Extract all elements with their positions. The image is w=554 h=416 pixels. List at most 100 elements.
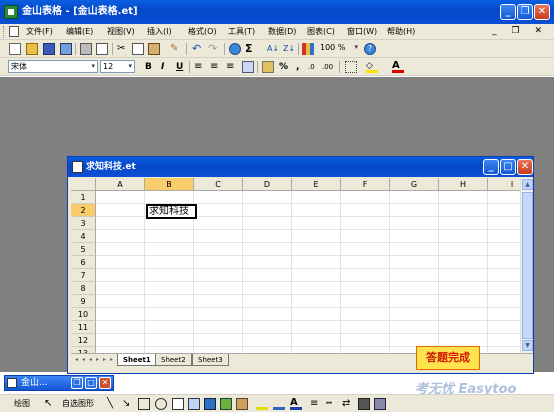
row-header[interactable]: 5 <box>71 243 96 256</box>
menu-insert[interactable]: 插入(I) <box>147 26 172 38</box>
row-header[interactable]: 12 <box>71 334 96 347</box>
row-header[interactable]: 7 <box>71 269 96 282</box>
font-color-icon[interactable]: A <box>290 398 302 410</box>
sort-descending-icon[interactable]: Z↓ <box>283 43 295 55</box>
open-folder-icon[interactable] <box>26 43 38 55</box>
rectangle-icon[interactable] <box>138 398 150 410</box>
align-right-icon[interactable]: ≡ <box>226 61 238 73</box>
clipart-icon[interactable] <box>220 398 232 410</box>
autoshapes-menu[interactable]: 自选图形 <box>62 398 94 410</box>
dash-style-icon[interactable]: ┅ <box>326 398 338 410</box>
column-header-e[interactable]: E <box>292 178 341 191</box>
fill-color-icon[interactable] <box>256 398 268 410</box>
row-header[interactable]: 3 <box>71 217 96 230</box>
row-header[interactable]: 8 <box>71 282 96 295</box>
paste-icon[interactable] <box>148 43 160 55</box>
3d-icon[interactable] <box>374 398 386 410</box>
line-color-icon[interactable] <box>273 398 285 410</box>
arrow-style-icon[interactable]: ⇄ <box>342 398 354 410</box>
font-name-select[interactable]: 宋体 <box>8 60 98 73</box>
menu-window[interactable]: 窗口(W) <box>347 26 377 38</box>
restore-button[interactable]: ❐ <box>517 4 533 20</box>
tab-sheet2[interactable]: Sheet2 <box>155 354 192 366</box>
select-all-corner[interactable] <box>71 178 96 191</box>
menu-chart[interactable]: 图表(C) <box>307 26 335 38</box>
menu-view[interactable]: 视图(V) <box>107 26 135 38</box>
tab-sheet1[interactable]: Sheet1 <box>117 354 157 366</box>
tab-navigation-icons[interactable]: ◂◂◂▸▸▸ <box>75 356 117 363</box>
comma-style-button[interactable]: , <box>296 61 299 73</box>
chart-wizard-icon[interactable] <box>302 43 314 55</box>
menu-file[interactable]: 文件(F) <box>26 26 53 38</box>
save-icon[interactable] <box>43 43 55 55</box>
redo-icon[interactable]: ↷ <box>208 43 220 55</box>
currency-icon[interactable] <box>262 61 274 73</box>
row-header[interactable]: 1 <box>71 191 96 204</box>
doc-minimize-button[interactable]: _ <box>483 159 499 175</box>
cut-icon[interactable]: ✂ <box>117 43 129 55</box>
decrease-decimal-icon[interactable]: .00 <box>322 61 334 73</box>
increase-decimal-icon[interactable]: .0 <box>308 61 320 73</box>
autosum-icon[interactable]: Σ <box>245 43 257 55</box>
font-size-select[interactable]: 12 <box>100 60 135 73</box>
align-center-icon[interactable]: ≡ <box>210 61 222 73</box>
column-header-c[interactable]: C <box>194 178 243 191</box>
spreadsheet-grid[interactable]: A B C D E F G H I 1 2 3 4 5 6 7 8 9 10 1… <box>71 178 520 353</box>
undo-icon[interactable]: ↶ <box>192 43 204 55</box>
column-header-b[interactable]: B <box>145 178 194 191</box>
align-left-icon[interactable]: ≡ <box>194 61 206 73</box>
menu-tools[interactable]: 工具(T) <box>228 26 255 38</box>
scroll-thumb[interactable] <box>522 192 533 339</box>
row-header[interactable]: 10 <box>71 308 96 321</box>
maximize-window-button[interactable]: □ <box>85 377 97 389</box>
hyperlink-icon[interactable] <box>229 43 241 55</box>
help-icon[interactable]: ? <box>364 43 376 55</box>
bold-button[interactable]: B <box>145 61 152 73</box>
print-preview-icon[interactable] <box>96 43 108 55</box>
menu-data[interactable]: 数据(D) <box>268 26 296 38</box>
menu-edit[interactable]: 编辑(E) <box>66 26 93 38</box>
doc-maximize-button[interactable]: □ <box>500 159 516 175</box>
close-button[interactable]: ✕ <box>534 4 550 20</box>
italic-button[interactable]: I <box>161 61 164 73</box>
minimize-button[interactable]: _ <box>500 4 516 20</box>
column-header-g[interactable]: G <box>390 178 439 191</box>
draw-menu[interactable]: 绘图 <box>14 398 30 410</box>
new-document-icon[interactable] <box>9 43 21 55</box>
doc-close-button[interactable]: ✕ <box>517 159 533 175</box>
menu-help[interactable]: 帮助(H) <box>387 26 415 38</box>
borders-icon[interactable] <box>345 61 357 73</box>
column-header-d[interactable]: D <box>243 178 292 191</box>
document-icon[interactable] <box>9 26 19 37</box>
email-icon[interactable] <box>60 43 72 55</box>
row-header[interactable]: 2 <box>71 204 96 217</box>
zoom-select[interactable]: 100 % <box>318 42 360 55</box>
scroll-down-icon[interactable]: ▼ <box>522 340 533 351</box>
line-icon[interactable]: ╲ <box>107 398 119 410</box>
row-header[interactable]: 9 <box>71 295 96 308</box>
line-style-icon[interactable]: ≡ <box>310 398 322 410</box>
column-header-h[interactable]: H <box>439 178 488 191</box>
font-color-icon[interactable]: A <box>392 61 404 73</box>
picture-icon[interactable] <box>236 398 248 410</box>
wordart-icon[interactable] <box>188 398 200 410</box>
print-icon[interactable] <box>80 43 92 55</box>
mdi-window-controls[interactable]: _ ❐ ✕ <box>492 26 548 36</box>
answer-complete-button[interactable]: 答题完成 <box>416 346 480 370</box>
restore-window-button[interactable]: ❐ <box>71 377 83 389</box>
underline-button[interactable]: U <box>176 61 183 73</box>
column-header-a[interactable]: A <box>96 178 145 191</box>
copy-icon[interactable] <box>132 43 144 55</box>
column-header-f[interactable]: F <box>341 178 390 191</box>
textbox-icon[interactable] <box>172 398 184 410</box>
row-header[interactable]: 6 <box>71 256 96 269</box>
vertical-scrollbar[interactable]: ▲ ▼ <box>520 178 533 353</box>
percent-button[interactable]: % <box>279 61 288 73</box>
row-header[interactable]: 11 <box>71 321 96 334</box>
row-header[interactable]: 4 <box>71 230 96 243</box>
shadow-icon[interactable] <box>358 398 370 410</box>
close-window-button[interactable]: ✕ <box>99 377 111 389</box>
arrow-icon[interactable]: ↘ <box>122 398 134 410</box>
select-pointer-icon[interactable]: ↖ <box>44 398 56 410</box>
oval-icon[interactable] <box>155 398 167 410</box>
